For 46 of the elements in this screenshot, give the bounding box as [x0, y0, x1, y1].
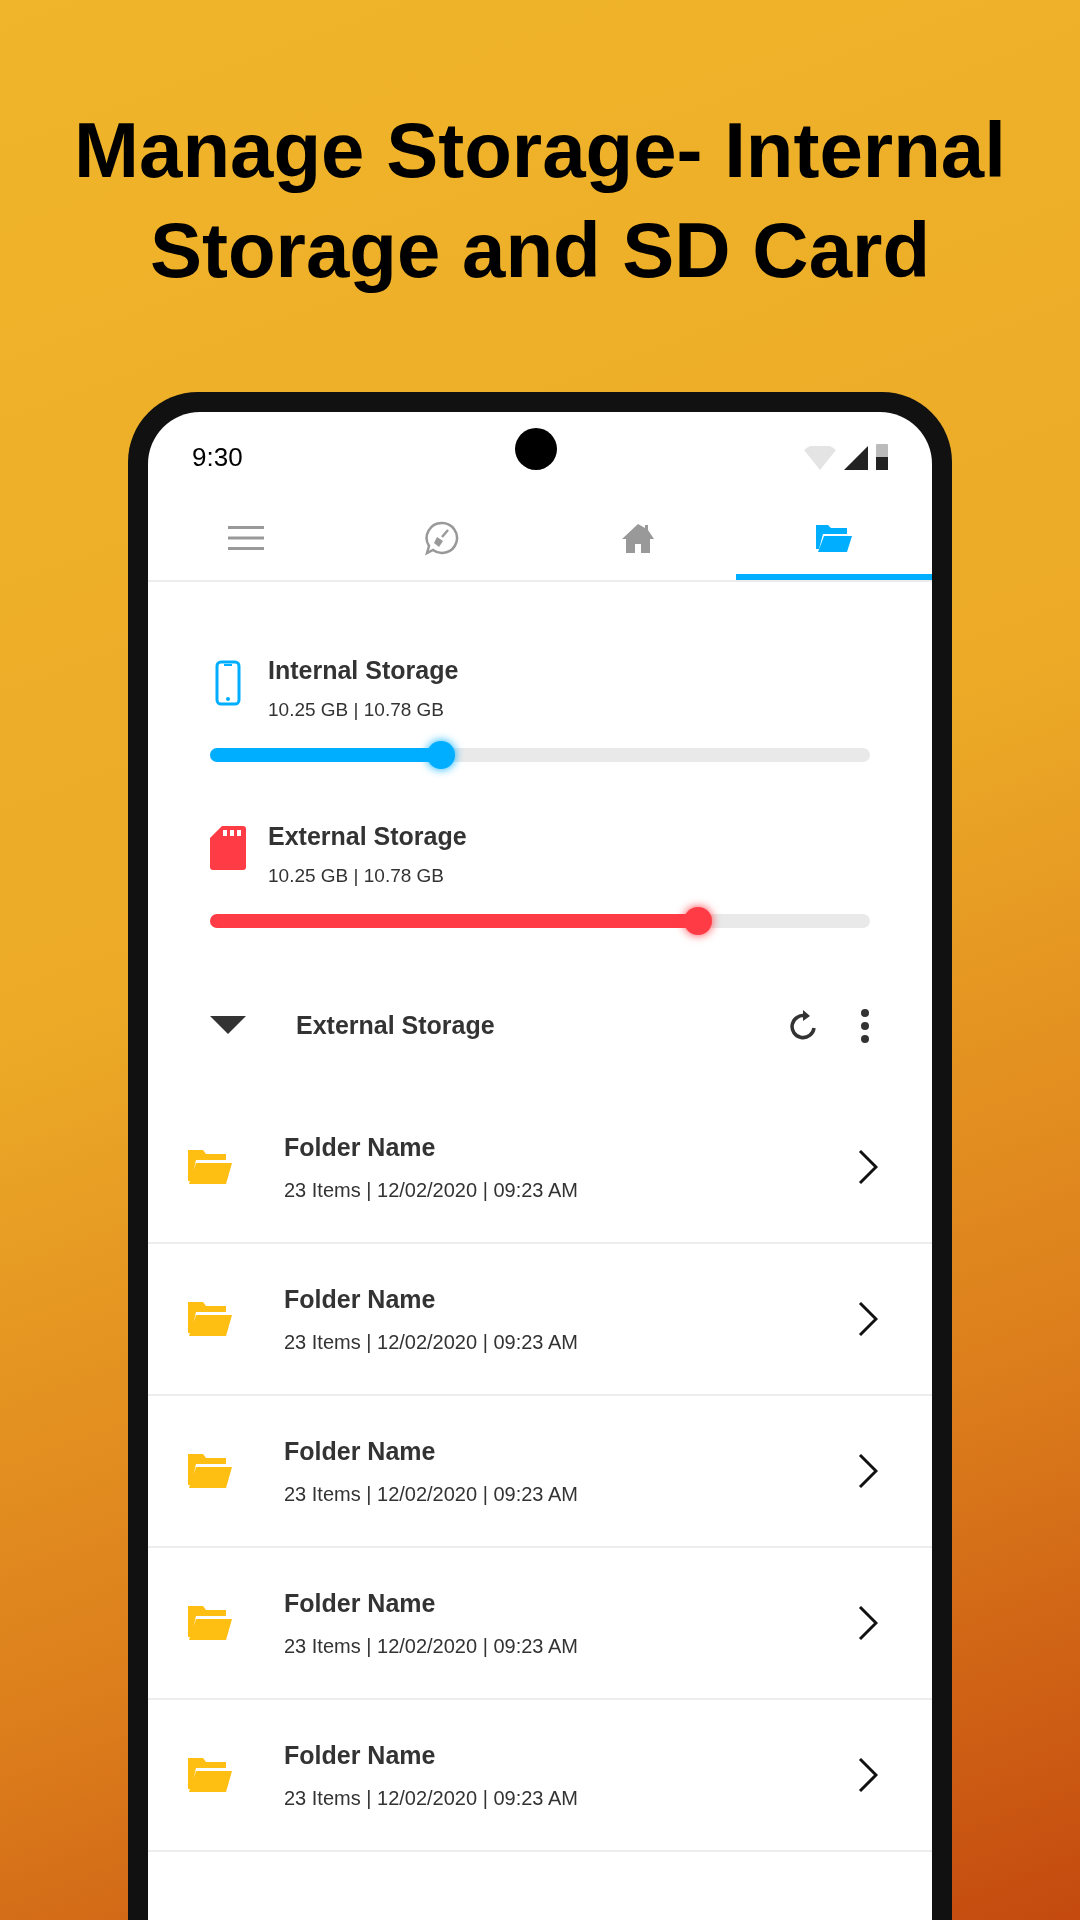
- dropdown-caret-icon[interactable]: [210, 1016, 246, 1036]
- folder-row[interactable]: Folder Name 23 Items | 12/02/2020 | 09:23 AM: [148, 1396, 932, 1548]
- folder-name: Folder Name: [284, 1284, 437, 1316]
- home-icon: [620, 522, 656, 554]
- chevron-right-icon: [858, 1301, 878, 1337]
- folder-details: 23 Items | 12/02/2020 | 09:23 AM: [284, 1177, 579, 1203]
- folder-row[interactable]: Folder Name 23 Items | 12/02/2020 | 09:23 AM: [148, 1548, 932, 1700]
- folder-name: Folder Name: [284, 1132, 437, 1164]
- headline: Manage Storage- Internal Storage and SD Card: [73, 105, 1007, 296]
- more-options-icon[interactable]: [860, 1008, 870, 1044]
- camera-hole: [515, 428, 557, 470]
- chevron-right-icon: [858, 1149, 878, 1185]
- folder-details: 23 Items | 12/02/2020 | 09:23 AM: [284, 1481, 579, 1507]
- section-title: External Storage: [296, 1010, 496, 1042]
- signal-icon: [844, 446, 868, 470]
- phone-icon: [215, 660, 241, 706]
- folder-name: Folder Name: [284, 1588, 437, 1620]
- folder-details: 23 Items | 12/02/2020 | 09:23 AM: [284, 1633, 579, 1659]
- folder-details: 23 Items | 12/02/2020 | 09:23 AM: [284, 1785, 579, 1811]
- folder-row[interactable]: Folder Name 23 Items | 12/02/2020 | 09:23 AM: [148, 1092, 932, 1244]
- wifi-icon: [804, 446, 836, 470]
- folder-icon: [188, 1149, 232, 1185]
- chevron-right-icon: [858, 1453, 878, 1489]
- chevron-right-icon: [858, 1757, 878, 1793]
- storage-usage: 10.25 GB | 10.78 GB: [268, 863, 446, 888]
- folder-details: 23 Items | 12/02/2020 | 09:23 AM: [284, 1329, 579, 1355]
- folder-name: Folder Name: [284, 1436, 437, 1468]
- battery-icon: [876, 444, 888, 470]
- slider-thumb[interactable]: [684, 907, 713, 935]
- broom-chat-icon: [424, 520, 460, 556]
- folder-row[interactable]: Folder Name 23 Items | 12/02/2020 | 09:23 AM: [148, 1700, 932, 1852]
- folder-row[interactable]: Folder Name 23 Items | 12/02/2020 | 09:23 AM: [148, 1244, 932, 1396]
- sd-card-icon: [210, 826, 246, 870]
- menu-icon: [228, 525, 264, 551]
- storage-title: External Storage: [268, 821, 467, 852]
- folder-name: Folder Name: [284, 1740, 437, 1772]
- folder-icon: [188, 1757, 232, 1793]
- status-time: 9:30: [192, 440, 243, 474]
- chevron-right-icon: [858, 1605, 878, 1641]
- storage-title: Internal Storage: [268, 655, 459, 686]
- folder-icon: [188, 1605, 232, 1641]
- slider-thumb[interactable]: [427, 741, 455, 769]
- storage-usage: 10.25 GB | 10.78 GB: [268, 697, 446, 722]
- folder-icon: [188, 1453, 232, 1489]
- folder-icon: [188, 1301, 232, 1337]
- folder-icon: [816, 523, 852, 553]
